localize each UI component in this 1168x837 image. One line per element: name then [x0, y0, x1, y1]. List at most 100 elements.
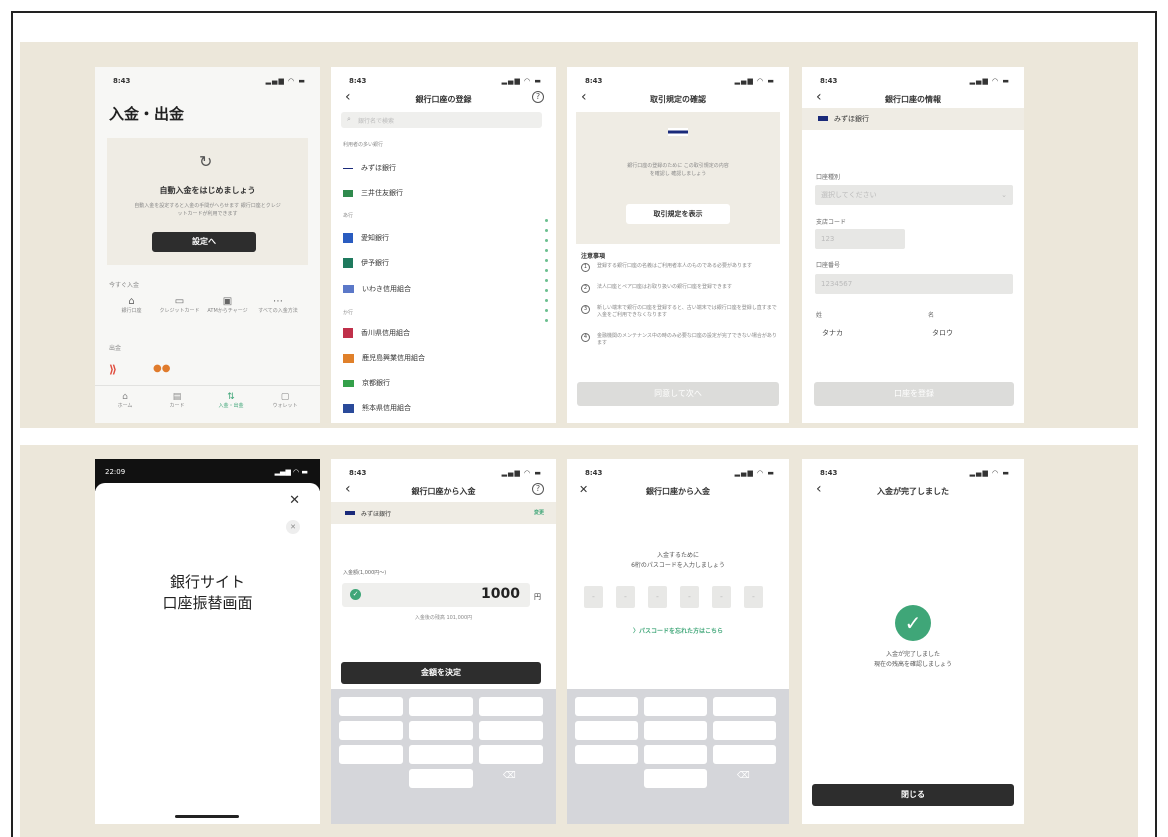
keypad-key[interactable]: [644, 721, 707, 740]
first-name-input[interactable]: タロウ: [932, 328, 953, 338]
index-dot[interactable]: [545, 289, 548, 292]
list-item[interactable]: 京都銀行: [343, 378, 390, 388]
list-item[interactable]: 熊本県信用組合: [343, 403, 411, 413]
passcode-digit[interactable]: -: [584, 586, 603, 608]
section-label: あ行: [343, 213, 354, 219]
status-time: 8:43: [585, 77, 603, 85]
confirm-amount-button[interactable]: 金額を決定: [341, 662, 541, 684]
keypad-key[interactable]: [339, 745, 403, 764]
keypad-key[interactable]: [409, 697, 473, 716]
account-type-select[interactable]: 選択してください ⌄: [815, 185, 1013, 205]
amount-label: 入金額(1,000円〜): [343, 570, 387, 576]
quick-item-bank[interactable]: ⌂ 銀行口座: [109, 296, 154, 314]
keypad-key[interactable]: [409, 745, 473, 764]
index-dot[interactable]: [545, 219, 548, 222]
search-input[interactable]: ⌕ 銀行名で検索: [341, 112, 542, 128]
passcode-digit[interactable]: -: [616, 586, 635, 608]
small-close-icon[interactable]: ✕: [286, 520, 300, 534]
keypad-key[interactable]: [339, 721, 403, 740]
keypad-key[interactable]: [644, 769, 707, 788]
list-item[interactable]: 愛知銀行: [343, 233, 389, 243]
terms-card-text: 銀行口座の登録のために この取引規定の内容を確認し 確認しましょう: [627, 163, 729, 177]
index-dot[interactable]: [545, 269, 548, 272]
list-item[interactable]: 伊予銀行: [343, 258, 389, 268]
index-dot[interactable]: [545, 239, 548, 242]
tab-label: ホーム: [117, 403, 133, 409]
branch-code-label: 支店コード: [816, 219, 847, 226]
index-dot[interactable]: [545, 259, 548, 262]
passcode-digit[interactable]: -: [744, 586, 763, 608]
balance-note: 入金後の残高 101,000円: [414, 615, 473, 621]
index-dot[interactable]: [545, 229, 548, 232]
close-icon[interactable]: ✕: [289, 493, 300, 508]
keypad-key[interactable]: [644, 697, 707, 716]
tab-home[interactable]: ⌂ ホーム: [105, 392, 145, 409]
keypad-key[interactable]: [713, 697, 776, 716]
tab-bar: ⌂ ホーム ▤ カード ⇅ 入金・出金 ▢ ウォレット: [95, 385, 320, 423]
passcode-digit[interactable]: -: [648, 586, 667, 608]
branch-code-input[interactable]: 123: [815, 229, 905, 249]
keypad-key[interactable]: [409, 769, 473, 788]
index-dot[interactable]: [545, 249, 548, 252]
account-type-placeholder: 選択してください: [821, 191, 877, 199]
keypad-key[interactable]: [409, 721, 473, 740]
amount-input[interactable]: ✓ 1000: [342, 583, 530, 607]
tab-deposit[interactable]: ⇅ 入金・出金: [211, 392, 251, 409]
keypad-key[interactable]: [713, 745, 776, 764]
index-dot[interactable]: [545, 279, 548, 282]
keypad-key[interactable]: [644, 745, 707, 764]
keypad-key[interactable]: [575, 697, 638, 716]
app-logo2-icon[interactable]: ●●: [153, 363, 170, 374]
tab-wallet[interactable]: ▢ ウォレット: [265, 392, 305, 409]
selected-bank-row: みずほ銀行 変更: [331, 502, 556, 524]
change-bank-link[interactable]: 変更: [534, 509, 544, 516]
forgot-passcode-link[interactable]: 〉パスコードを忘れた方はこちら: [567, 626, 789, 635]
backspace-icon[interactable]: ⌫: [737, 771, 750, 781]
auto-deposit-banner: ↻ 自動入金をはじめましょう 自動入金を設定すると入金の手間がへらせます 銀行口…: [107, 138, 308, 265]
keypad-key[interactable]: [713, 721, 776, 740]
index-dot[interactable]: [545, 319, 548, 322]
passcode-digit[interactable]: -: [680, 586, 699, 608]
keypad-key[interactable]: [339, 697, 403, 716]
kumamoto-logo-icon: [343, 403, 354, 413]
tab-card[interactable]: ▤ カード: [157, 392, 197, 409]
forgot-passcode-text: パスコードを忘れた方はこちら: [639, 628, 724, 635]
status-time: 8:43: [113, 77, 131, 85]
quick-item-atm[interactable]: ▣ ATMからチャージ: [205, 296, 250, 314]
keypad-key[interactable]: [479, 721, 543, 740]
last-name-input[interactable]: タナカ: [822, 328, 843, 338]
show-terms-button[interactable]: 取引規定を表示: [626, 204, 730, 224]
backspace-icon[interactable]: ⌫: [503, 771, 516, 781]
setup-button[interactable]: 設定へ: [152, 232, 256, 252]
list-item[interactable]: 鹿児島興業信用組合: [343, 353, 425, 363]
account-number-input[interactable]: 1234567: [815, 274, 1013, 294]
keypad-key[interactable]: [479, 697, 543, 716]
passcode-prompt-line1: 入金するために: [656, 552, 699, 559]
home-icon: ⌂: [122, 392, 128, 402]
list-item[interactable]: 香川県信用組合: [343, 328, 410, 338]
register-account-button[interactable]: 口座を登録: [814, 382, 1014, 406]
help-icon[interactable]: ?: [532, 483, 544, 495]
bank-logo-icon: [668, 128, 688, 136]
agree-next-button[interactable]: 同意して次へ: [577, 382, 779, 406]
currency-unit: 円: [534, 593, 541, 601]
index-dot[interactable]: [545, 309, 548, 312]
list-item[interactable]: いわき信用組合: [343, 284, 411, 294]
keypad-key[interactable]: [575, 721, 638, 740]
nav-title: 入金が完了しました: [877, 487, 949, 496]
list-item[interactable]: みずほ銀行: [343, 163, 396, 173]
quick-item-all[interactable]: ⋯ すべての入金方法: [253, 296, 303, 314]
amount-value: 1000: [481, 586, 520, 602]
help-icon[interactable]: ?: [532, 91, 544, 103]
bank-name: 京都銀行: [362, 379, 390, 387]
status-icons: ▂▄▆ ◠ ▬: [969, 77, 1010, 85]
list-item[interactable]: 三井住友銀行: [343, 188, 403, 198]
keypad-key[interactable]: [575, 745, 638, 764]
close-button[interactable]: 閉じる: [812, 784, 1014, 806]
quick-item-card[interactable]: ▭ クレジットカード: [157, 296, 202, 314]
app-logo-icon[interactable]: ⟫: [109, 363, 117, 376]
note-item: 4 金融機関のメンテナンス中の時のみ必要な口座の設定が完了できない場合があります: [581, 333, 781, 347]
passcode-digit[interactable]: -: [712, 586, 731, 608]
index-dot[interactable]: [545, 299, 548, 302]
keypad-key[interactable]: [479, 745, 543, 764]
